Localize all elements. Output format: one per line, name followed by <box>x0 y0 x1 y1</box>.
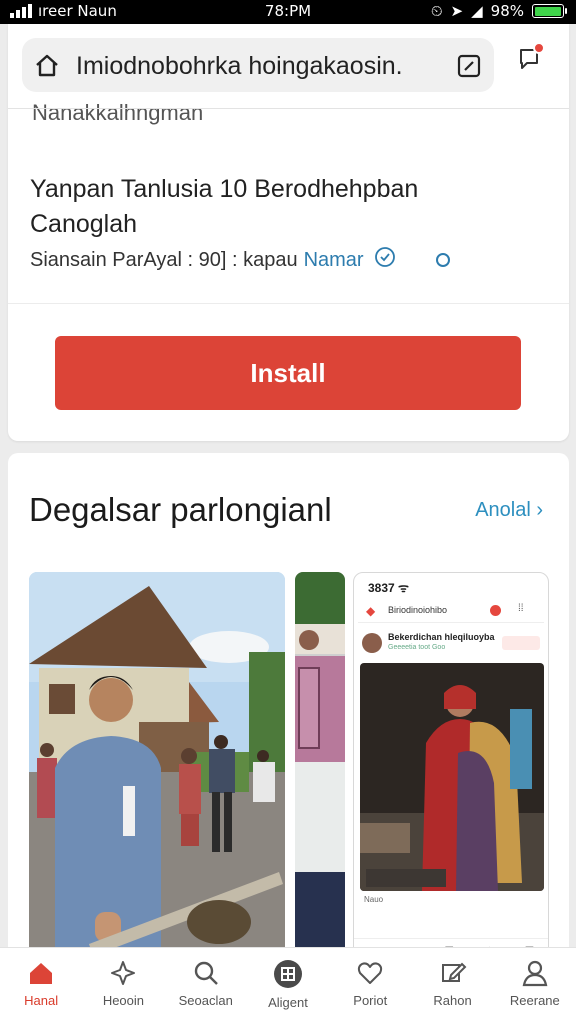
sparkle-icon <box>111 961 136 985</box>
app-meta: Siansain ParAyal : 90] : kapau Namar <box>30 246 450 274</box>
alarm-icon: ⏲ <box>430 2 443 20</box>
preview-url-text: Biriodinoiohibo <box>388 605 448 615</box>
battery-percent: 98% <box>490 2 524 20</box>
screenshots-card: Degalsar parlongianl Anolal › 3837 ᯤ ◆ B… <box>8 453 569 963</box>
preview-post-name: Bekerdichan hleqiluoyba <box>388 632 495 642</box>
info-circle-icon[interactable] <box>435 253 450 267</box>
preview-menu-icon: ⁞⁞ <box>518 603 524 614</box>
heart-icon <box>358 962 383 984</box>
notification-icon[interactable] <box>516 42 545 77</box>
nav-label: Aligent <box>268 995 308 1010</box>
nav-label: Seoaclan <box>178 993 233 1008</box>
screenshot-photo-2[interactable] <box>295 572 345 963</box>
nav-item-home[interactable]: Hanal <box>0 948 82 1024</box>
preview-post-photo <box>360 663 544 891</box>
preview-badge-icon <box>490 605 501 616</box>
nav-item-favorites[interactable]: Poriot <box>329 948 411 1024</box>
section-title: Degalsar parlongianl <box>29 491 332 528</box>
see-all-link[interactable]: Anolal › <box>475 499 543 522</box>
preview-post-header: Bekerdichan hleqiluoyba Geeeetia toot Go… <box>362 631 542 659</box>
nav-label: Heooin <box>102 993 145 1008</box>
app-info-card: Imiodnobohrka hoingakaosin. Nanakkalhngm… <box>8 24 569 441</box>
preview-post-tag <box>502 636 540 650</box>
screenshot-photo-1[interactable] <box>29 572 285 963</box>
divider <box>8 108 569 109</box>
notification-badge <box>533 42 545 54</box>
install-button[interactable]: Install <box>55 336 521 410</box>
home-icon <box>30 963 53 984</box>
location-icon: ➤ <box>450 2 464 20</box>
developer-link[interactable]: Namar <box>304 249 364 272</box>
nav-label: Reerane <box>509 993 560 1008</box>
verified-icon <box>374 246 396 274</box>
app-meta-text: Siansain ParAyal : 90] : kapau <box>30 248 298 271</box>
preview-back-icon: ◆ <box>366 604 376 618</box>
preview-post-footer: Nauo <box>364 895 384 904</box>
preview-url-bar: ◆ Biriodinoiohibo ⁞⁞ <box>358 599 544 623</box>
network-icon: ◢ <box>471 2 483 20</box>
open-external-icon[interactable] <box>456 53 482 84</box>
preview-post-sub: Geeeetia toot Goo <box>388 644 446 651</box>
url-bar[interactable]: Imiodnobohrka hoingakaosin. <box>22 38 494 92</box>
nav-item-profile[interactable]: Reerane <box>494 948 576 1024</box>
nav-item-edit[interactable]: Rahon <box>411 948 493 1024</box>
app-name: Nanakkalhngman <box>32 100 204 125</box>
nav-item-search[interactable]: Seoaclan <box>165 948 247 1024</box>
nav-label: Hanal <box>24 993 59 1008</box>
battery-icon <box>532 4 567 18</box>
search-icon <box>194 961 218 985</box>
preview-avatar <box>362 633 382 653</box>
screenshot-app-preview[interactable]: 3837 ᯤ ◆ Biriodinoiohibo ⁞⁞ Bekerdichan … <box>353 572 549 963</box>
edit-icon <box>441 962 466 982</box>
url-text[interactable]: Imiodnobohrka hoingakaosin. <box>76 52 436 81</box>
bottom-nav: Hanal Heooin Seoaclan Aligent Poriot Rah… <box>0 947 576 1024</box>
nav-label: Poriot <box>353 993 388 1008</box>
app-title: Yanpan Tanlusia 10 Berodhehpban Canoglah <box>30 175 419 238</box>
status-bar: ıreer Naun 78:PM ⏲ ➤ ◢ 98% <box>0 0 576 24</box>
nav-item-explore[interactable]: Heooin <box>82 948 164 1024</box>
divider <box>8 303 569 304</box>
apps-icon <box>273 960 302 988</box>
preview-status-time: 3837 ᯤ <box>368 581 409 595</box>
home-icon[interactable] <box>34 52 60 83</box>
nav-label: Rahon <box>433 993 472 1008</box>
person-icon <box>522 960 548 987</box>
nav-item-apps[interactable]: Aligent <box>247 948 329 1024</box>
